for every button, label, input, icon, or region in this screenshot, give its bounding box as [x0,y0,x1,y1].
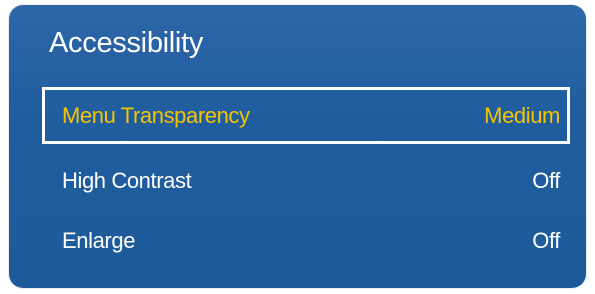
menu-item-menu-transparency[interactable]: Menu Transparency Medium [42,87,570,144]
menu-item-label: Menu Transparency [62,102,250,128]
menu-item-value: Medium [484,102,560,128]
menu-item-value: Off [532,167,560,193]
menu-title: Accessibility [49,27,204,59]
menu-item-high-contrast[interactable]: High Contrast Off [42,152,570,209]
menu-item-value: Off [532,227,560,253]
menu-item-label: High Contrast [62,167,192,193]
menu-item-label: Enlarge [62,227,136,253]
accessibility-menu-panel: Accessibility Menu Transparency Medium H… [9,5,586,288]
menu-item-enlarge[interactable]: Enlarge Off [42,212,570,269]
